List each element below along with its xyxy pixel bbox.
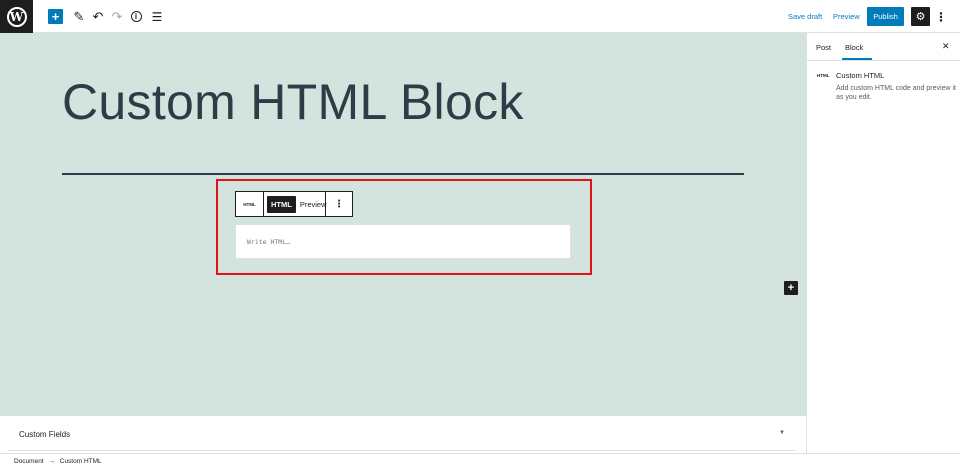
- sidebar-tabs: Post Block ✕: [807, 33, 960, 61]
- info-icon: i: [130, 11, 142, 22]
- custom-fields-title: Custom Fields: [19, 430, 71, 439]
- undo-icon[interactable]: ↶: [91, 8, 105, 25]
- block-type-switcher[interactable]: HTML: [236, 192, 264, 216]
- more-options-icon[interactable]: ⋮: [935, 8, 947, 25]
- breadcrumb: Document → Custom HTML: [14, 458, 105, 465]
- save-draft-button[interactable]: Save draft: [788, 12, 822, 21]
- publish-button[interactable]: Publish: [867, 7, 904, 26]
- block-inserter-plus-icon[interactable]: +: [784, 281, 798, 295]
- breadcrumb-arrow-icon: →: [48, 458, 55, 465]
- wordpress-logo-icon: W: [6, 6, 27, 27]
- details-button[interactable]: i: [129, 8, 143, 25]
- breadcrumb-document[interactable]: Document: [14, 458, 44, 465]
- post-title[interactable]: Custom HTML Block: [62, 73, 524, 131]
- add-block-button[interactable]: +: [48, 9, 63, 24]
- editor-header: W + ✎ ↶ ↷ i ☰ Save draft Preview Publish…: [0, 0, 960, 33]
- html-preview-toggle: HTML Preview: [264, 192, 327, 216]
- tab-block[interactable]: Block: [845, 43, 863, 52]
- block-card-description: Add custom HTML code and preview it as y…: [836, 85, 956, 101]
- editor-canvas: Custom HTML Block HTML HTML Preview ⋮ Wr…: [0, 33, 806, 416]
- custom-fields-panel[interactable]: Custom Fields ▼: [8, 416, 796, 451]
- wordpress-logo-button[interactable]: W: [0, 0, 33, 33]
- html-block-icon: HTML: [817, 73, 830, 78]
- list-view-icon[interactable]: ☰: [150, 8, 164, 25]
- html-code-textarea[interactable]: Write HTML…: [235, 224, 571, 259]
- active-tab-indicator: [842, 58, 872, 60]
- breadcrumb-custom-html[interactable]: Custom HTML: [60, 458, 102, 465]
- block-more-options-icon[interactable]: ⋮: [326, 192, 352, 216]
- redo-icon[interactable]: ↷: [110, 8, 124, 25]
- tab-post[interactable]: Post: [816, 43, 831, 52]
- block-editor: W + ✎ ↶ ↷ i ☰ Save draft Preview Publish…: [0, 0, 960, 469]
- chevron-down-icon[interactable]: ▼: [779, 430, 785, 436]
- html-block-icon: HTML: [243, 201, 256, 207]
- preview-button[interactable]: Preview: [833, 12, 860, 21]
- html-placeholder: Write HTML…: [247, 238, 291, 246]
- preview-tab-button[interactable]: Preview: [300, 200, 327, 209]
- tools-pencil-icon[interactable]: ✎: [72, 8, 86, 25]
- settings-gear-icon[interactable]: ⚙: [911, 7, 930, 26]
- separator-block[interactable]: [62, 173, 744, 175]
- block-toolbar: HTML HTML Preview ⋮: [235, 191, 353, 217]
- settings-sidebar: Post Block ✕ HTML Custom HTML Add custom…: [806, 33, 960, 453]
- block-card: HTML Custom HTML Add custom HTML code an…: [807, 61, 960, 121]
- html-tab-button[interactable]: HTML: [267, 195, 296, 213]
- close-icon[interactable]: ✕: [942, 41, 950, 52]
- metaboxes-area: Custom Fields ▼: [0, 416, 806, 453]
- editor-footer: Document → Custom HTML: [0, 453, 960, 469]
- block-card-title: Custom HTML: [836, 71, 885, 80]
